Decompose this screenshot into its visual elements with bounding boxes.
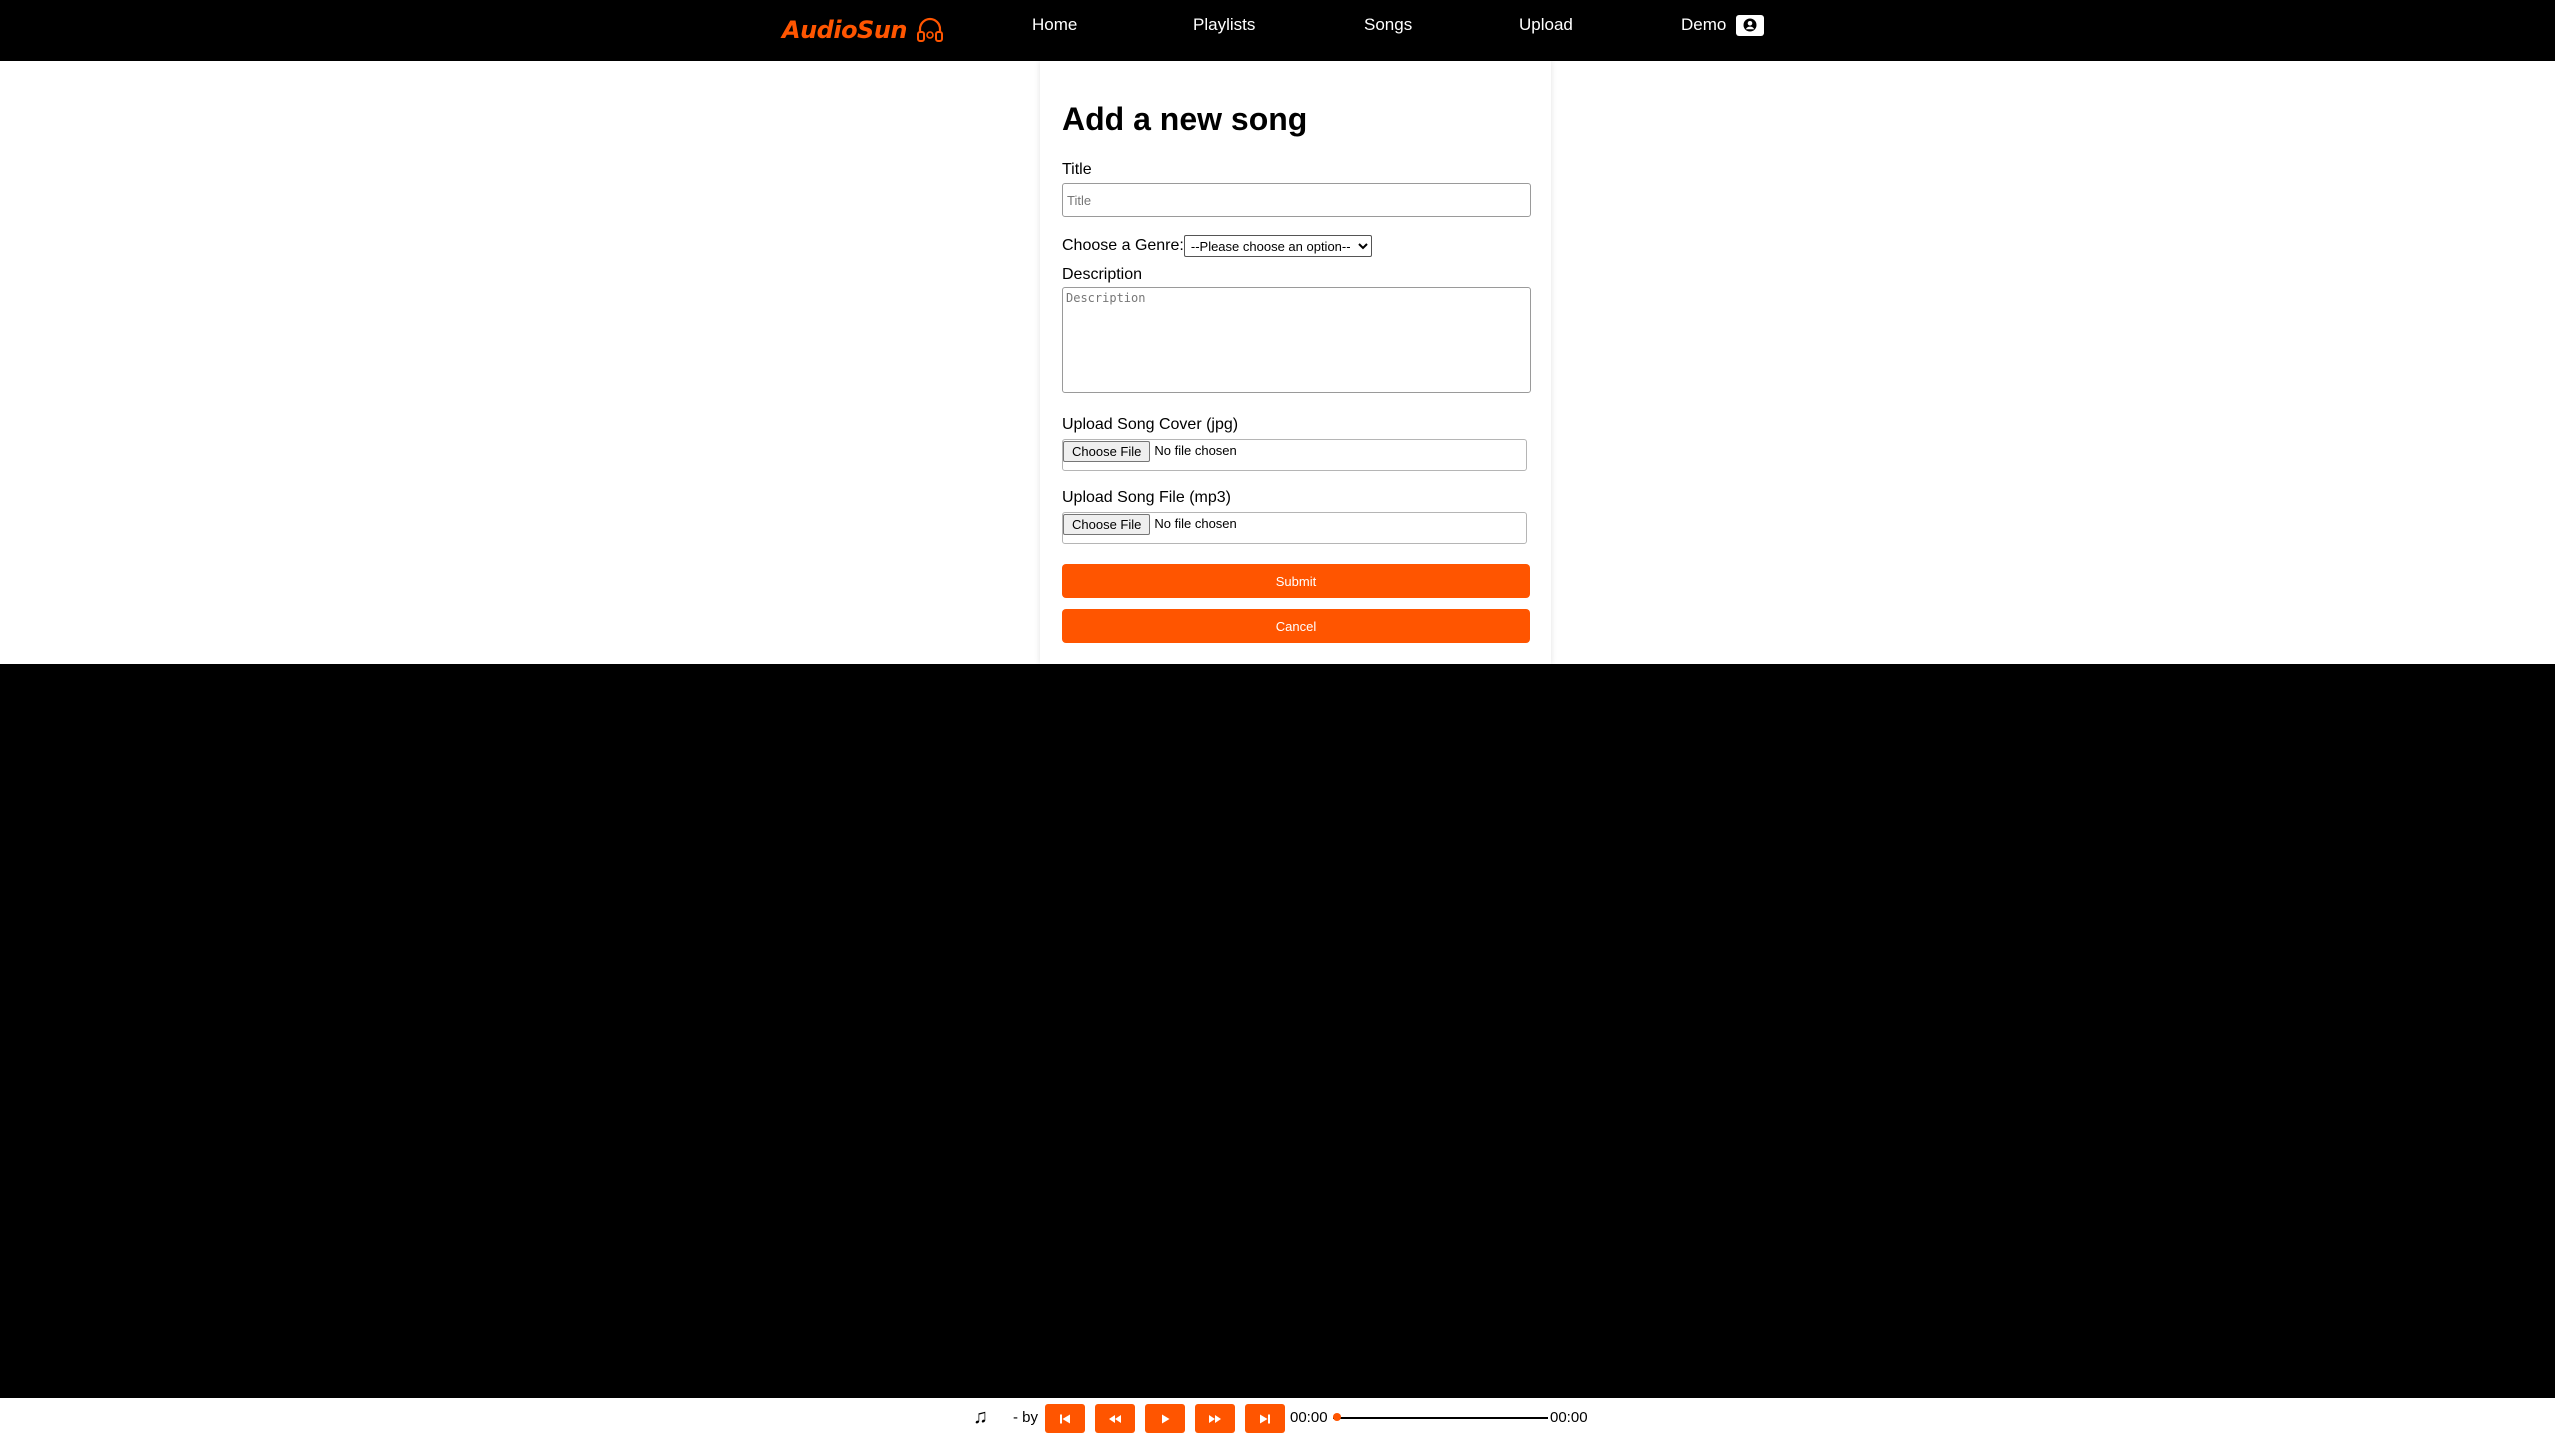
progress-slider[interactable] (1333, 1413, 1548, 1421)
skip-forward-icon (1260, 1414, 1270, 1423)
page-title: Add a new song (1062, 101, 1308, 137)
user-circle-icon (1736, 14, 1765, 36)
cancel-button[interactable]: Cancel (1062, 609, 1530, 643)
fast-forward-button[interactable] (1195, 1404, 1235, 1433)
brand-name: AudioSun (782, 16, 908, 44)
cover-file-input[interactable]: Choose File No file chosen (1062, 439, 1527, 471)
cover-upload-label: Upload Song Cover (jpg) (1062, 416, 1239, 433)
progress-track (1333, 1417, 1548, 1419)
fast-forward-icon (1209, 1414, 1221, 1423)
brand-logo[interactable]: AudioSun (782, 10, 945, 50)
user-menu[interactable]: Demo (1681, 13, 1765, 37)
description-textarea[interactable] (1062, 287, 1531, 393)
song-file-input[interactable]: Choose File No file chosen (1062, 512, 1527, 544)
title-label: Title (1062, 161, 1092, 178)
duration-time: 00:00 (1550, 1409, 1588, 1426)
skip-forward-button[interactable] (1245, 1404, 1285, 1433)
headphones-icon (917, 17, 944, 42)
song-file-status: No file chosen (1154, 516, 1237, 531)
main-content: Add a new song Title Choose a Genre: --P… (0, 61, 2555, 664)
nav-upload[interactable]: Upload (1519, 13, 1573, 37)
music-note-icon: ♫ (973, 1406, 988, 1428)
genre-row: Choose a Genre: --Please choose an optio… (1062, 235, 1372, 257)
title-input[interactable] (1062, 183, 1531, 217)
top-navbar: AudioSun Home Playlists Songs Upload Dem… (0, 0, 2555, 61)
user-name: Demo (1681, 15, 1727, 34)
progress-thumb[interactable] (1333, 1413, 1341, 1421)
now-playing-info: - by (1009, 1409, 1042, 1426)
nav-songs[interactable]: Songs (1364, 13, 1412, 37)
rewind-icon (1109, 1414, 1121, 1423)
song-choose-file-button[interactable]: Choose File (1063, 514, 1151, 535)
play-icon (1162, 1414, 1170, 1423)
nav-playlists[interactable]: Playlists (1193, 13, 1255, 37)
current-time: 00:00 (1290, 1409, 1328, 1426)
cover-file-status: No file chosen (1154, 443, 1237, 458)
play-button[interactable] (1145, 1404, 1185, 1433)
rewind-button[interactable] (1095, 1404, 1135, 1433)
skip-back-button[interactable] (1045, 1404, 1085, 1433)
nav-home[interactable]: Home (1032, 13, 1077, 37)
song-upload-label: Upload Song File (mp3) (1062, 489, 1231, 506)
audio-player-bar: ♫ - by 00:00 00:00 (0, 1398, 2555, 1439)
new-song-form-card: Add a new song Title Choose a Genre: --P… (1040, 61, 1551, 664)
skip-back-icon (1060, 1414, 1070, 1423)
cover-choose-file-button[interactable]: Choose File (1063, 441, 1151, 462)
track-by-separator: - by (1013, 1409, 1039, 1426)
genre-label: Choose a Genre: (1062, 237, 1184, 254)
description-label: Description (1062, 266, 1143, 283)
submit-button[interactable]: Submit (1062, 564, 1530, 598)
genre-select[interactable]: --Please choose an option-- (1183, 235, 1372, 257)
